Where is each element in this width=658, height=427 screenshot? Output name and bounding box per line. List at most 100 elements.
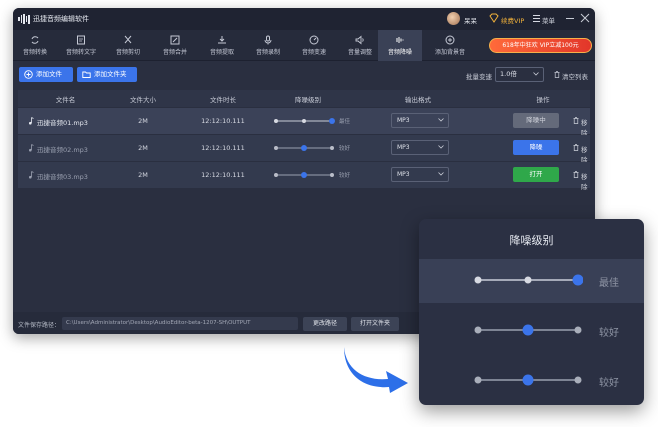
denoise-level-label: 最佳 xyxy=(599,278,619,289)
curved-arrow-icon xyxy=(344,347,408,393)
plus-circle-icon xyxy=(24,70,33,79)
tab-label: 音频录制 xyxy=(255,49,280,56)
file-duration: 12:12:10.111 xyxy=(201,171,245,179)
add-file-button[interactable]: 添加文件 xyxy=(19,67,73,82)
microphone-icon xyxy=(264,35,272,45)
batch-speed-label: 批量变速 xyxy=(466,73,492,81)
denoise-level-zoom-panel: 降噪级别 最佳 较好 较好 xyxy=(419,219,644,405)
remove-button[interactable]: 移除 xyxy=(573,144,590,164)
open-button[interactable]: 打开 xyxy=(513,167,559,182)
speed-icon xyxy=(309,35,319,45)
open-folder-button[interactable]: 打开文件夹 xyxy=(351,317,399,331)
tab-volume-adjust[interactable]: 音量调整 xyxy=(338,30,382,61)
app-logo-icon xyxy=(18,14,30,24)
renew-vip-link[interactable]: 续费VIP xyxy=(501,15,524,25)
volume-icon xyxy=(355,35,364,45)
app-title: 迅捷音频编辑软件 xyxy=(33,15,89,23)
table-row[interactable]: 迅捷音频01.mp3 2M 12:12:10.111 最佳 MP3 降噪中 移除 xyxy=(18,108,590,137)
chevron-down-icon xyxy=(533,72,539,76)
denoise-level-label: 最佳 xyxy=(339,119,351,125)
tab-label: 添加背景音 xyxy=(434,49,465,56)
denoise-option-row[interactable]: 较好 xyxy=(419,309,644,353)
table-row[interactable]: 迅捷音频03.mp3 2M 12:12:10.111 较好 MP3 打开 移除 xyxy=(18,162,590,191)
tab-label: 音频转文字 xyxy=(65,49,96,56)
tab-audio-cut[interactable]: 音频剪切 xyxy=(106,30,150,61)
tab-audio-speed[interactable]: 音频变速 xyxy=(292,30,336,61)
trash-icon xyxy=(573,144,579,151)
output-format-select[interactable]: MP3 xyxy=(391,140,449,155)
save-path-field[interactable]: C:\Users\Administrator\Desktop\AudioEdit… xyxy=(62,317,298,330)
denoise-level-slider[interactable] xyxy=(273,170,335,180)
save-path-label: 文件保存路径： xyxy=(18,322,61,329)
tab-label: 音频提取 xyxy=(209,49,234,56)
scissors-icon xyxy=(124,35,132,44)
column-header: 文件大小 xyxy=(130,96,156,104)
denoise-level-slider[interactable] xyxy=(273,116,335,126)
minimize-icon[interactable] xyxy=(566,18,574,19)
avatar[interactable] xyxy=(447,12,460,25)
vip-crown-icon[interactable] xyxy=(489,13,499,23)
denoise-level-slider[interactable] xyxy=(273,143,335,153)
file-size: 2M xyxy=(138,171,148,179)
zoom-panel-title: 降噪级别 xyxy=(509,234,554,247)
music-note-icon xyxy=(29,144,34,152)
output-format-select[interactable]: MP3 xyxy=(391,113,449,128)
denoise-button[interactable]: 降噪 xyxy=(513,140,559,155)
tab-label: 音频转换 xyxy=(22,49,47,56)
tab-label: 音频剪切 xyxy=(115,49,140,56)
tab-audio-record[interactable]: 音频录制 xyxy=(246,30,290,61)
denoise-level-slider[interactable] xyxy=(473,369,583,391)
tab-label: 音量调整 xyxy=(347,49,372,56)
denoise-option-row[interactable]: 最佳 xyxy=(419,259,644,303)
menu-button[interactable]: 菜单 xyxy=(542,15,555,25)
extract-icon xyxy=(218,36,226,44)
close-icon[interactable] xyxy=(580,13,590,23)
music-note-icon xyxy=(29,171,34,179)
tab-audio-merge[interactable]: 音频合并 xyxy=(153,30,197,61)
convert-icon xyxy=(31,36,39,44)
tab-audio-to-text[interactable]: 音频转文字 xyxy=(59,30,103,61)
batch-speed-value: 1.0倍 xyxy=(500,70,517,78)
output-format-select[interactable]: MP3 xyxy=(391,167,449,182)
clear-list-label: 清空列表 xyxy=(562,73,588,81)
tab-label: 音频合并 xyxy=(162,49,187,56)
tab-audio-convert[interactable]: 音频转换 xyxy=(13,30,57,61)
denoise-level-slider[interactable] xyxy=(473,269,583,291)
remove-button[interactable]: 移除 xyxy=(573,117,590,137)
denoise-level-label: 较好 xyxy=(599,328,619,339)
denoise-level-label: 较好 xyxy=(339,173,351,179)
audio-to-text-icon xyxy=(77,35,85,45)
denoise-option-row[interactable]: 较好 xyxy=(419,359,644,403)
denoise-level-slider[interactable] xyxy=(473,319,583,341)
tab-label: 音频降噪 xyxy=(387,49,412,56)
file-size: 2M xyxy=(138,144,148,152)
menu-icon[interactable] xyxy=(533,14,540,22)
column-header: 操作 xyxy=(536,96,550,104)
denoise-icon xyxy=(396,37,404,43)
tab-audio-extract[interactable]: 音频提取 xyxy=(200,30,244,61)
clear-list-button[interactable]: 清空列表 xyxy=(554,71,588,81)
file-name: 迅捷音频01.mp3 xyxy=(28,117,88,127)
batch-speed-select[interactable]: 1.0倍 xyxy=(495,67,544,82)
background-music-icon xyxy=(445,35,455,45)
feature-toolbar: 音频转换 音频转文字 音频剪切 音频合并 音频提取 音频录制 音频变速 音量调整… xyxy=(13,30,595,61)
change-path-button[interactable]: 更改路径 xyxy=(303,317,347,331)
promo-banner[interactable]: 618年中狂欢 VIP立减100元 xyxy=(489,38,592,53)
folder-icon xyxy=(82,71,91,78)
file-name: 迅捷音频02.mp3 xyxy=(28,144,88,154)
table-header: 文件名 文件大小 文件时长 降噪级别 输出格式 操作 xyxy=(18,90,590,107)
add-folder-button[interactable]: 添加文件夹 xyxy=(77,67,137,82)
remove-button[interactable]: 移除 xyxy=(573,171,590,191)
table-row[interactable]: 迅捷音频02.mp3 2M 12:12:10.111 较好 MP3 降噪 移除 xyxy=(18,135,590,164)
tab-add-background-music[interactable]: 添加背景音 xyxy=(428,30,472,61)
user-name[interactable]: 呆呆 xyxy=(464,15,477,25)
tab-audio-denoise[interactable]: 音频降噪 xyxy=(378,30,422,61)
column-header: 文件时长 xyxy=(210,96,236,104)
add-file-label: 添加文件 xyxy=(36,70,62,78)
chevron-down-icon xyxy=(438,172,444,176)
add-folder-label: 添加文件夹 xyxy=(94,70,127,78)
denoising-status-button[interactable]: 降噪中 xyxy=(513,113,559,128)
title-bar: 迅捷音频编辑软件 呆呆 续费VIP 菜单 xyxy=(13,8,595,30)
column-header: 输出格式 xyxy=(405,96,431,104)
trash-icon xyxy=(573,117,579,124)
